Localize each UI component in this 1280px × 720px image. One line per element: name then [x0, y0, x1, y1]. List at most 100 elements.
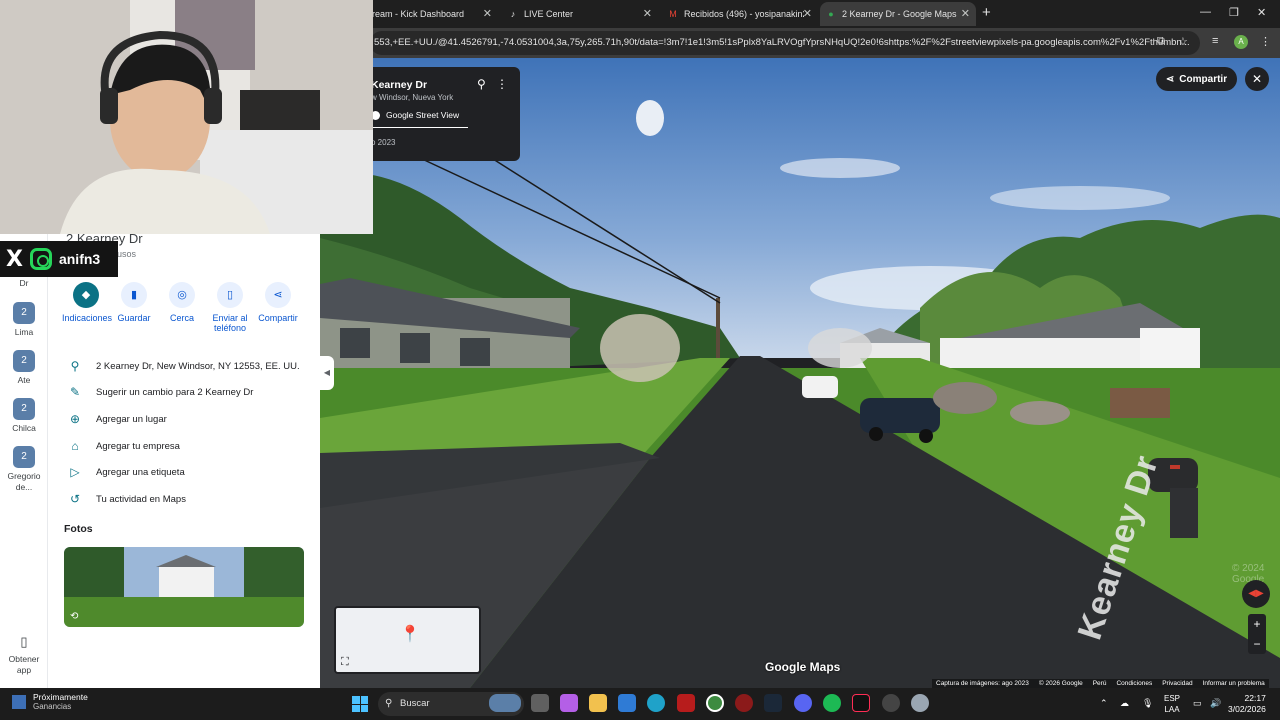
- add-label-row[interactable]: ▷ Agregar una etiqueta: [64, 464, 184, 480]
- recent-thumbnail: 2: [13, 350, 35, 372]
- terms-link[interactable]: Condiciones: [1116, 680, 1152, 687]
- task-view-icon[interactable]: [531, 694, 549, 712]
- start-button[interactable]: [352, 696, 368, 712]
- close-icon[interactable]: ✕: [483, 7, 492, 20]
- zoom-in-button[interactable]: +: [1248, 614, 1266, 634]
- app-dark-red-icon[interactable]: [735, 694, 753, 712]
- onedrive-icon[interactable]: ☁: [1120, 698, 1129, 709]
- address-row[interactable]: ⚲ 2 Kearney Dr, New Windsor, NY 12553, E…: [64, 358, 300, 374]
- store-app-icon[interactable]: [618, 694, 636, 712]
- edge-icon[interactable]: [647, 694, 665, 712]
- place-subtitle: usos: [117, 249, 137, 259]
- send-to-phone-button[interactable]: ▯ Enviar al teléfono: [206, 282, 254, 333]
- more-options-icon[interactable]: ⋮: [496, 77, 508, 91]
- save-button[interactable]: ▮ Guardar: [110, 282, 158, 333]
- tab-live-center[interactable]: ♪ LIVE Center ✕: [502, 2, 658, 26]
- action-label: Compartir: [258, 313, 298, 323]
- url-input[interactable]: 553,+EE.+UU./@41.4526791,-74.0531004,3a,…: [370, 31, 1200, 55]
- discord-icon[interactable]: [794, 694, 812, 712]
- suggest-edit-row[interactable]: ✎ Sugerir un cambio para 2 Kearney Dr: [64, 384, 253, 400]
- install-icon[interactable]: ⧉: [1157, 35, 1165, 48]
- compass-icon[interactable]: ◀▶: [1242, 580, 1270, 608]
- action-label: Enviar al teléfono: [212, 313, 248, 333]
- expand-icon[interactable]: ⛶: [341, 656, 349, 669]
- tab-title: ream - Kick Dashboard: [372, 9, 465, 19]
- search-label: Buscar: [400, 698, 430, 709]
- card-divider: [371, 127, 468, 128]
- system-clock[interactable]: 22:17 3/02/2026: [1228, 693, 1266, 715]
- rail-item-dr[interactable]: Dr: [0, 278, 48, 288]
- google-maps-logo: Google Maps: [765, 660, 841, 674]
- webcam-feed: [0, 0, 373, 234]
- file-explorer-icon[interactable]: [589, 694, 607, 712]
- location-pin-icon[interactable]: ⚲: [477, 77, 486, 91]
- input-language[interactable]: ESP LAA: [1164, 693, 1180, 715]
- tab-title: Recibidos (496) - yosipanakin2@: [684, 9, 804, 19]
- rail-item-gregorio[interactable]: 2 Gregorio de...: [0, 446, 48, 493]
- profile-avatar[interactable]: A: [1234, 35, 1248, 49]
- rail-item-label: Dr: [19, 278, 29, 288]
- zoom-out-button[interactable]: −: [1248, 634, 1266, 654]
- tab-google-maps[interactable]: ● 2 Kearney Dr - Google Maps ✕: [820, 2, 976, 26]
- tiktok-icon[interactable]: [852, 694, 870, 712]
- tab-title: 2 Kearney Dr - Google Maps: [842, 9, 957, 19]
- add-business-row[interactable]: ⌂ Agregar tu empresa: [64, 438, 180, 454]
- card-date[interactable]: o 2023: [371, 138, 395, 147]
- microphone-icon[interactable]: 🎙: [1142, 698, 1153, 709]
- add-place-row[interactable]: ⊕ Agregar un lugar: [64, 411, 167, 427]
- news-title: Próximamente: [33, 692, 88, 702]
- tab-search-icon[interactable]: ≡: [1212, 35, 1218, 47]
- directions-button[interactable]: ◆ Indicaciones: [62, 282, 112, 333]
- new-tab-button[interactable]: +: [982, 4, 991, 21]
- rail-item-chilca[interactable]: 2 Chilca: [0, 398, 48, 433]
- tray-chevron-icon[interactable]: ⌃: [1100, 698, 1108, 709]
- restore-icon[interactable]: ❐: [1229, 6, 1239, 19]
- share-button[interactable]: ⋖ Compartir: [1156, 67, 1237, 91]
- minimize-icon[interactable]: —: [1200, 6, 1211, 18]
- obs-icon[interactable]: [882, 694, 900, 712]
- place-photo[interactable]: ⟲: [64, 547, 304, 627]
- webcam-overlay: [0, 0, 373, 234]
- get-app-label: Obtener app: [8, 654, 40, 675]
- recent-thumbnail: 2: [13, 398, 35, 420]
- mini-map[interactable]: 📍 ⛶: [334, 606, 481, 674]
- spotify-icon[interactable]: [823, 694, 841, 712]
- close-street-view-button[interactable]: ✕: [1245, 67, 1269, 91]
- close-icon[interactable]: ✕: [961, 7, 970, 20]
- steam-icon[interactable]: [764, 694, 782, 712]
- recent-thumbnail: 2: [13, 302, 35, 324]
- volume-icon[interactable]: 🔊: [1210, 698, 1221, 709]
- get-app-button[interactable]: ▯ Obtener app: [0, 634, 48, 676]
- tab-kick-dashboard[interactable]: ream - Kick Dashboard ✕: [366, 2, 498, 26]
- pegman-icon[interactable]: 📍: [400, 624, 420, 644]
- region-link[interactable]: Perú: [1093, 680, 1107, 687]
- rail-item-lima[interactable]: 2 Lima: [0, 302, 48, 337]
- settings-icon[interactable]: [911, 694, 929, 712]
- window-close-icon[interactable]: ✕: [1257, 6, 1266, 19]
- pencil-icon: ✎: [69, 385, 81, 399]
- tab-gmail[interactable]: M Recibidos (496) - yosipanakin2@ ✕: [662, 2, 818, 26]
- close-icon[interactable]: ✕: [803, 7, 812, 20]
- collapse-panel-button[interactable]: ◀: [320, 356, 334, 390]
- tiktok-icon: ♪: [510, 9, 516, 19]
- news-widget[interactable]: Próximamente Ganancias: [12, 692, 88, 711]
- menu-icon[interactable]: ⋮: [1260, 35, 1271, 48]
- search-highlight-icon[interactable]: [489, 694, 521, 712]
- nearby-button[interactable]: ◎ Cerca: [158, 282, 206, 333]
- share-place-button[interactable]: ⋖ Compartir: [254, 282, 302, 333]
- privacy-link[interactable]: Privacidad: [1162, 680, 1192, 687]
- tab-title: LIVE Center: [524, 9, 574, 19]
- copilot-icon[interactable]: [560, 694, 578, 712]
- clock-date: 3/02/2026: [1228, 704, 1266, 714]
- app-red-icon[interactable]: [677, 694, 695, 712]
- bookmark-star-icon[interactable]: ☆: [1178, 35, 1188, 48]
- activity-row[interactable]: ↺ Tu actividad en Maps: [64, 491, 186, 507]
- news-subtitle: Ganancias: [33, 702, 72, 711]
- chrome-icon[interactable]: [706, 694, 724, 712]
- rail-item-ate[interactable]: 2 Ate: [0, 350, 48, 385]
- street-view-source[interactable]: Google Street View: [371, 110, 459, 120]
- network-icon[interactable]: ▭: [1193, 698, 1202, 709]
- report-link[interactable]: Informar un problema: [1203, 680, 1265, 687]
- close-icon[interactable]: ✕: [643, 7, 652, 20]
- bookmark-icon: ▮: [121, 282, 147, 308]
